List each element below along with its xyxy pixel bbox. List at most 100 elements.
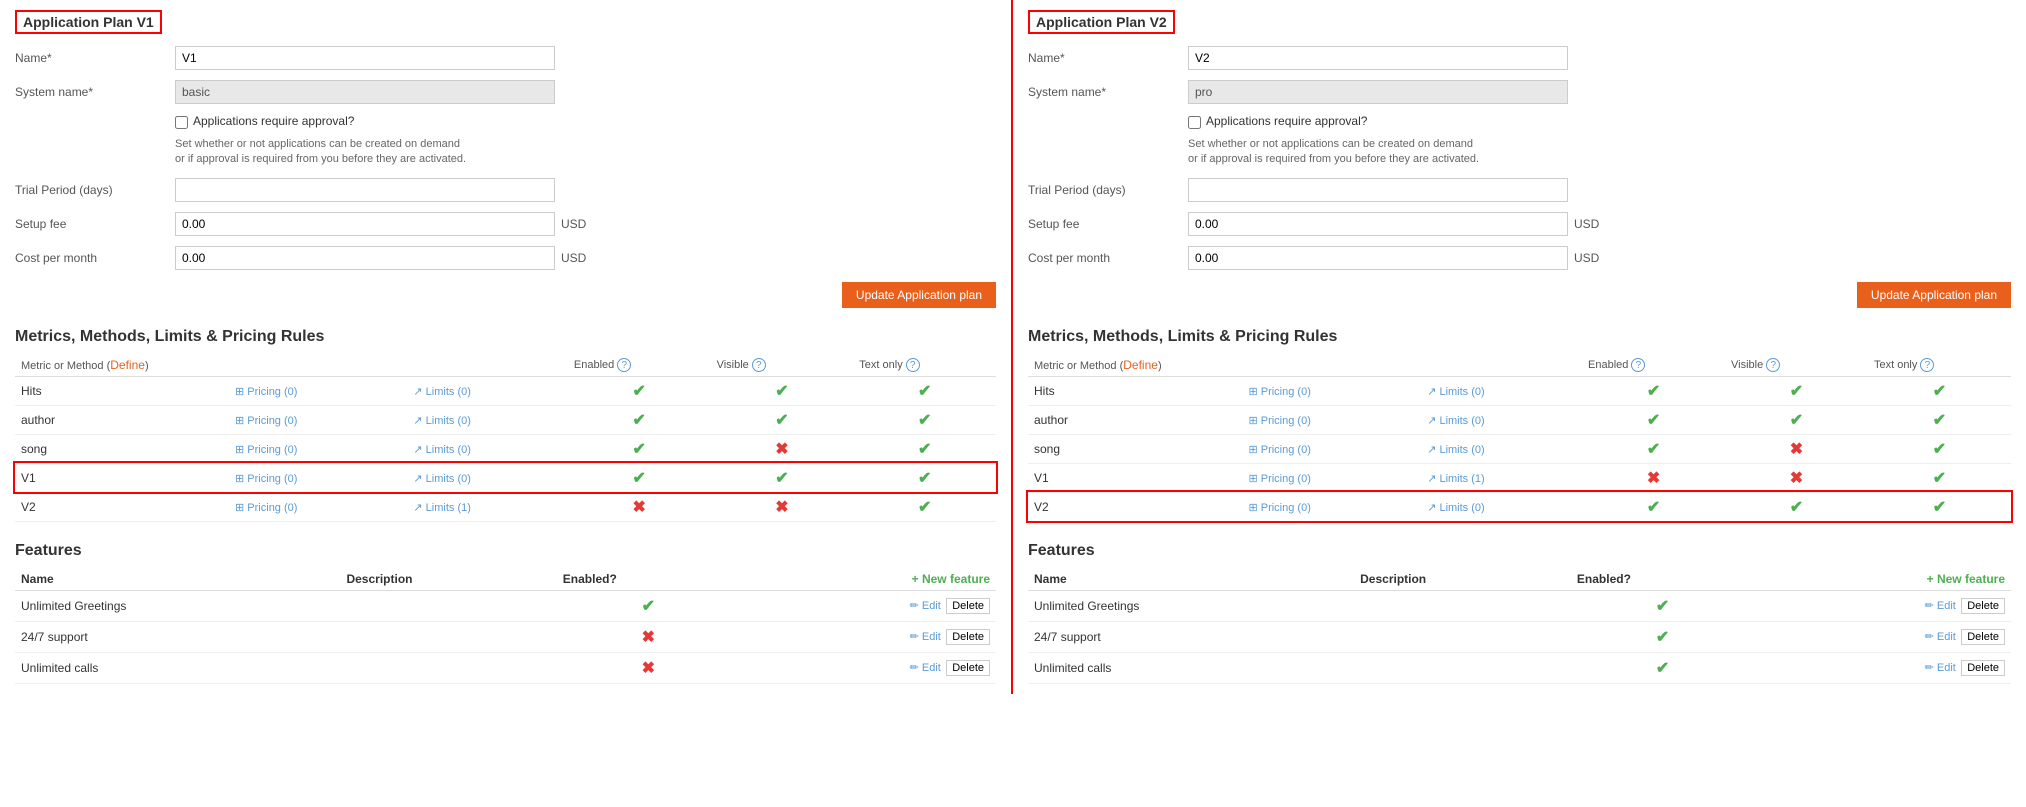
metric-row-song-v2: song ⊞ Pricing (0) ↗ Limits (0) ✔ ✖ ✔ [1028, 434, 2011, 463]
metric-name-author-v2: author [1028, 405, 1242, 434]
trial-label: Trial Period (days) [15, 183, 175, 197]
trial-row: Trial Period (days) [15, 178, 996, 202]
enabled-help-icon-v1[interactable]: ? [617, 358, 631, 372]
pricing-link-v2-v2[interactable]: ⊞ Pricing (0) [1248, 502, 1310, 514]
pricing-link-author-v2[interactable]: ⊞ Pricing (0) [1248, 415, 1310, 427]
pricing-link-author-v1[interactable]: ⊞ Pricing (0) [235, 415, 297, 427]
pricing-link-song-v2[interactable]: ⊞ Pricing (0) [1248, 444, 1310, 456]
limits-link-hits-v2[interactable]: ↗ Limits (0) [1427, 386, 1485, 398]
th-metric-v2: Metric or Method (Define) [1028, 354, 1242, 377]
feature-delete-greetings-v2[interactable]: Delete [1961, 598, 2005, 614]
limits-link-author-v2[interactable]: ↗ Limits (0) [1427, 415, 1485, 427]
features-th-name-v1: Name [15, 568, 340, 591]
limits-link-v2-v2[interactable]: ↗ Limits (0) [1427, 502, 1485, 514]
feature-name-greetings-v1: Unlimited Greetings [15, 590, 340, 621]
feature-delete-greetings-v1[interactable]: Delete [946, 598, 990, 614]
feature-edit-greetings-v2[interactable]: ✏ Edit [1925, 600, 1956, 612]
update-btn-v2[interactable]: Update Application plan [1857, 282, 2011, 308]
visible-author-v1: ✔ [775, 412, 788, 429]
textonly-v1-v2: ✔ [1933, 470, 1946, 487]
name-input-v2[interactable] [1188, 46, 1568, 70]
setup-fee-input[interactable] [175, 212, 555, 236]
textonly-author-v1: ✔ [918, 412, 931, 429]
th-limits-v1 [407, 354, 568, 377]
cost-input[interactable] [175, 246, 555, 270]
enabled-help-icon-v2[interactable]: ? [1631, 358, 1645, 372]
enabled-hits-v1: ✔ [633, 383, 646, 400]
feature-desc-greetings-v2 [1354, 590, 1571, 621]
update-btn-v1[interactable]: Update Application plan [842, 282, 996, 308]
limits-link-song-v1[interactable]: ↗ Limits (0) [413, 444, 471, 456]
new-feature-link-v1[interactable]: + New feature [912, 572, 990, 586]
cost-input-v2[interactable] [1188, 246, 1568, 270]
feature-desc-support-v2 [1354, 621, 1571, 652]
feature-enabled-support-v1: ✖ [642, 629, 655, 646]
define-link-v1[interactable]: Define [110, 358, 145, 372]
features-title-v1: Features [15, 542, 996, 560]
feature-delete-support-v1[interactable]: Delete [946, 629, 990, 645]
textonly-hits-v2: ✔ [1933, 383, 1946, 400]
system-name-label-v2: System name* [1028, 85, 1188, 99]
metric-name-author-v1: author [15, 405, 229, 434]
feature-enabled-support-v2: ✔ [1656, 629, 1669, 646]
trial-input-v2[interactable] [1188, 178, 1568, 202]
name-label: Name* [15, 51, 175, 65]
panel-v2-title: Application Plan V2 [1028, 10, 1175, 34]
cost-currency: USD [561, 251, 586, 265]
feature-name-greetings-v2: Unlimited Greetings [1028, 590, 1354, 621]
setup-fee-input-v2[interactable] [1188, 212, 1568, 236]
pricing-link-v1-v2[interactable]: ⊞ Pricing (0) [1248, 473, 1310, 485]
name-input[interactable] [175, 46, 555, 70]
features-table-v2: Name Description Enabled? + New feature … [1028, 568, 2011, 684]
feature-row-greetings-v1: Unlimited Greetings ✔ ✏ Edit Delete [15, 590, 996, 621]
limits-link-hits-v1[interactable]: ↗ Limits (0) [413, 386, 471, 398]
feature-desc-support-v1 [340, 621, 556, 652]
approval-checkbox-row-v2: Applications require approval? [1028, 114, 2011, 129]
textonly-help-icon-v2[interactable]: ? [1920, 358, 1934, 372]
pricing-link-v2-v1[interactable]: ⊞ Pricing (0) [235, 502, 297, 514]
pricing-link-hits-v1[interactable]: ⊞ Pricing (0) [235, 386, 297, 398]
pricing-link-hits-v2[interactable]: ⊞ Pricing (0) [1248, 386, 1310, 398]
feature-delete-calls-v1[interactable]: Delete [946, 660, 990, 676]
pricing-link-song-v1[interactable]: ⊞ Pricing (0) [235, 444, 297, 456]
trial-input[interactable] [175, 178, 555, 202]
system-name-row-v2: System name* [1028, 80, 2011, 104]
limits-link-author-v1[interactable]: ↗ Limits (0) [413, 415, 471, 427]
approval-checkbox[interactable] [175, 116, 188, 129]
features-table-v1: Name Description Enabled? + New feature … [15, 568, 996, 684]
feature-edit-greetings-v1[interactable]: ✏ Edit [910, 600, 941, 612]
new-feature-link-v2[interactable]: + New feature [1927, 572, 2005, 586]
limits-link-v2-v1[interactable]: ↗ Limits (1) [413, 502, 471, 514]
approval-checkbox-v2[interactable] [1188, 116, 1201, 129]
enabled-author-v2: ✔ [1647, 412, 1660, 429]
textonly-hits-v1: ✔ [918, 383, 931, 400]
enabled-v2-v2: ✔ [1647, 499, 1660, 516]
feature-delete-calls-v2[interactable]: Delete [1961, 660, 2005, 676]
feature-edit-calls-v1[interactable]: ✏ Edit [910, 662, 941, 674]
feature-edit-calls-v2[interactable]: ✏ Edit [1925, 662, 1956, 674]
limits-link-v1-v1[interactable]: ↗ Limits (0) [413, 473, 471, 485]
limits-link-v1-v2[interactable]: ↗ Limits (1) [1427, 473, 1485, 485]
th-textonly-v2: Text only? [1868, 354, 2011, 377]
setup-fee-label-v2: Setup fee [1028, 217, 1188, 231]
feature-edit-support-v2[interactable]: ✏ Edit [1925, 631, 1956, 643]
visible-help-icon-v2[interactable]: ? [1766, 358, 1780, 372]
metrics-table-v1: Metric or Method (Define) Enabled? Visib… [15, 354, 996, 522]
approval-hint-v2: Set whether or not applications can be c… [1028, 137, 2011, 168]
visible-help-icon-v1[interactable]: ? [752, 358, 766, 372]
textonly-author-v2: ✔ [1933, 412, 1946, 429]
feature-delete-support-v2[interactable]: Delete [1961, 629, 2005, 645]
cost-row: Cost per month USD [15, 246, 996, 270]
metric-row-v2-v2: V2 ⊞ Pricing (0) ↗ Limits (0) ✔ ✔ ✔ [1028, 492, 2011, 521]
visible-v2-v1: ✖ [775, 499, 788, 516]
pricing-link-v1-v1[interactable]: ⊞ Pricing (0) [235, 473, 297, 485]
metric-name-v1-v2: V1 [1028, 463, 1242, 492]
th-visible-v2: Visible? [1725, 354, 1868, 377]
define-link-v2[interactable]: Define [1123, 358, 1158, 372]
feature-edit-support-v1[interactable]: ✏ Edit [910, 631, 941, 643]
update-btn-row-v2: Update Application plan [1028, 282, 2011, 308]
feature-enabled-greetings-v1: ✔ [642, 598, 655, 615]
textonly-help-icon-v1[interactable]: ? [906, 358, 920, 372]
limits-link-song-v2[interactable]: ↗ Limits (0) [1427, 444, 1485, 456]
feature-row-calls-v1: Unlimited calls ✖ ✏ Edit Delete [15, 652, 996, 683]
